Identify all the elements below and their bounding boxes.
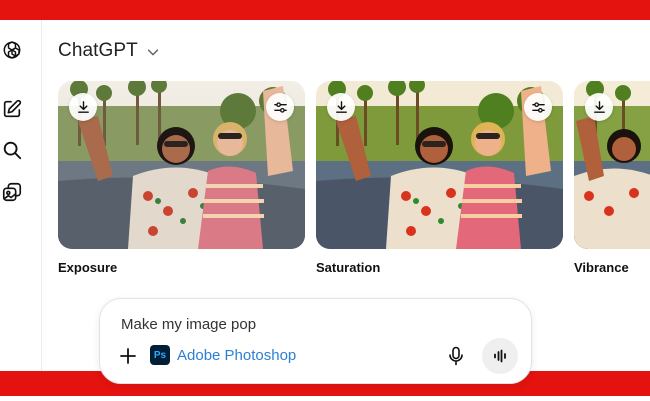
app-title: ChatGPT bbox=[58, 40, 138, 61]
waveform-icon bbox=[494, 349, 506, 363]
download-button[interactable] bbox=[69, 93, 97, 121]
download-icon bbox=[593, 100, 605, 113]
search-icon[interactable] bbox=[0, 138, 24, 162]
download-button[interactable] bbox=[585, 93, 613, 121]
message-composer: Make my image pop Ps Adobe Photoshop bbox=[99, 298, 532, 384]
add-attachment-icon[interactable] bbox=[119, 347, 137, 365]
model-selector[interactable]: ChatGPT bbox=[58, 38, 160, 64]
openai-logo-icon[interactable] bbox=[0, 38, 24, 62]
download-icon bbox=[335, 100, 347, 113]
card-label: Exposure bbox=[58, 260, 118, 275]
adjust-button[interactable] bbox=[524, 93, 552, 121]
voice-mode-button[interactable] bbox=[482, 338, 518, 374]
images-icon[interactable] bbox=[0, 180, 24, 204]
adjust-button[interactable] bbox=[266, 93, 294, 121]
sliders-icon bbox=[531, 101, 545, 113]
variation-card-exposure[interactable]: Exposure bbox=[58, 81, 305, 275]
prompt-input[interactable]: Make my image pop bbox=[121, 316, 256, 333]
variation-card-vibrance[interactable]: Vibrance bbox=[574, 81, 650, 275]
photo-vibrance[interactable] bbox=[574, 81, 650, 249]
chevron-down-icon bbox=[147, 49, 159, 56]
variation-card-saturation[interactable]: Saturation bbox=[316, 81, 563, 275]
new-chat-icon[interactable] bbox=[0, 97, 24, 121]
card-label: Vibrance bbox=[574, 260, 629, 275]
download-icon bbox=[77, 100, 89, 113]
top-red-banner bbox=[0, 0, 650, 20]
photoshop-logo-icon: Ps bbox=[150, 345, 170, 365]
app-chip-photoshop[interactable]: Ps Adobe Photoshop bbox=[150, 345, 296, 365]
photo-exposure[interactable] bbox=[58, 81, 305, 249]
photo-saturation[interactable] bbox=[316, 81, 563, 249]
bottom-strip bbox=[0, 396, 650, 401]
sliders-icon bbox=[273, 101, 287, 113]
sidebar bbox=[0, 20, 42, 371]
microphone-icon[interactable] bbox=[447, 346, 465, 366]
image-variations: Exposure Saturation Vibrance bbox=[58, 81, 650, 281]
download-button[interactable] bbox=[327, 93, 355, 121]
card-label: Saturation bbox=[316, 260, 381, 275]
app-chip-label: Adobe Photoshop bbox=[177, 346, 297, 364]
